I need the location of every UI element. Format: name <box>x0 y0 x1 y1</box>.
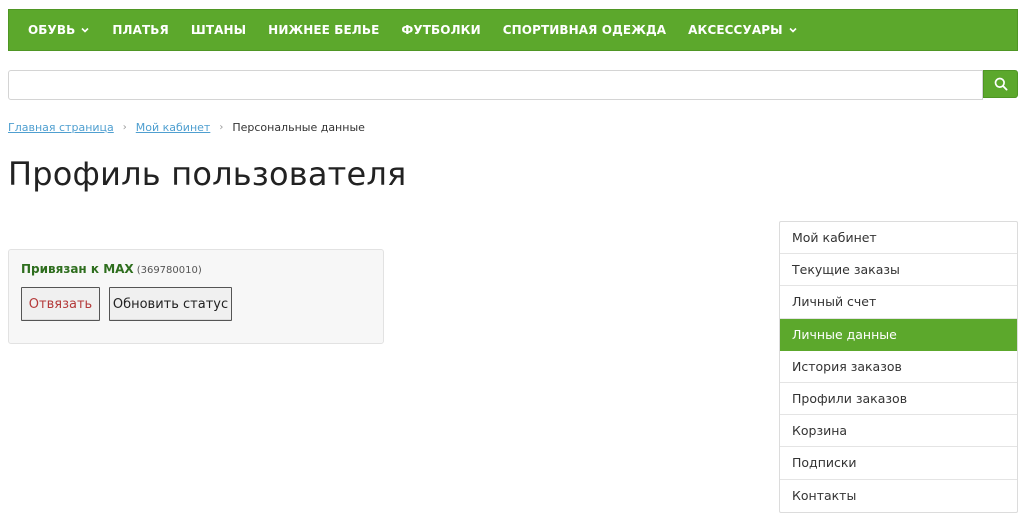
breadcrumb-current: Персональные данные <box>232 120 365 134</box>
sidebar-item-cart[interactable]: Корзина <box>780 415 1017 448</box>
nav-item-accessories[interactable]: АКСЕССУАРЫ <box>677 10 808 50</box>
nav-item-label: ШТАНЫ <box>190 23 247 37</box>
sidebar-item-my-cabinet[interactable]: Мой кабинет <box>780 222 1017 255</box>
nav-item-dresses[interactable]: ПЛАТЬЯ <box>101 10 179 50</box>
sidebar-item-order-profiles[interactable]: Профили заказов <box>780 383 1017 416</box>
search-input[interactable] <box>8 70 983 100</box>
breadcrumb-cabinet-link[interactable]: Мой кабинет <box>136 121 211 134</box>
account-sidebar: Мой кабинет Текущие заказы Личный счет Л… <box>779 221 1018 513</box>
binding-id: (369780010) <box>136 265 202 276</box>
page: ОБУВЬ ПЛАТЬЯ ШТАНЫ НИЖНЕЕ БЕЛЬЕ ФУТБОЛКИ… <box>0 0 1024 516</box>
breadcrumb: Главная страница › Мой кабинет › Персона… <box>8 120 365 134</box>
refresh-status-button[interactable]: Обновить статус <box>109 287 232 321</box>
chevron-down-icon <box>81 27 89 33</box>
unbind-button[interactable]: Отвязать <box>21 287 100 321</box>
nav-item-label: ПЛАТЬЯ <box>112 23 169 37</box>
nav-item-tshirts[interactable]: ФУТБОЛКИ <box>390 10 491 50</box>
breadcrumb-home-link[interactable]: Главная страница <box>8 121 114 134</box>
nav-item-label: АКСЕССУАРЫ <box>688 23 783 37</box>
sidebar-item-personal-data[interactable]: Личные данные <box>780 318 1017 351</box>
search-button[interactable] <box>983 70 1018 98</box>
nav-item-underwear[interactable]: НИЖНЕЕ БЕЛЬЕ <box>257 10 390 50</box>
sidebar-item-current-orders[interactable]: Текущие заказы <box>780 254 1017 287</box>
max-binding-card: Привязан к MAX (369780010) Отвязать Обнов… <box>8 249 384 344</box>
nav-item-sportswear[interactable]: СПОРТИВНАЯ ОДЕЖДА <box>492 10 677 50</box>
chevron-right-icon: › <box>122 121 127 133</box>
chevron-right-icon: › <box>219 121 224 133</box>
nav-item-pants[interactable]: ШТАНЫ <box>180 10 257 50</box>
search-icon <box>994 77 1008 91</box>
sidebar-item-subscriptions[interactable]: Подписки <box>780 447 1017 480</box>
page-title: Профиль пользователя <box>8 155 407 193</box>
nav-item-label: ФУТБОЛКИ <box>401 23 481 37</box>
chevron-down-icon <box>789 27 797 33</box>
binding-status-label: Привязан к MAX <box>21 262 134 276</box>
binding-status: Привязан к MAX (369780010) <box>21 262 202 276</box>
sidebar-item-personal-account[interactable]: Личный счет <box>780 286 1017 319</box>
nav-item-label: ОБУВЬ <box>28 23 76 37</box>
top-nav: ОБУВЬ ПЛАТЬЯ ШТАНЫ НИЖНЕЕ БЕЛЬЕ ФУТБОЛКИ… <box>8 9 1018 51</box>
sidebar-item-order-history[interactable]: История заказов <box>780 351 1017 383</box>
nav-item-label: НИЖНЕЕ БЕЛЬЕ <box>268 23 380 37</box>
nav-item-label: СПОРТИВНАЯ ОДЕЖДА <box>502 23 667 37</box>
sidebar-item-contacts[interactable]: Контакты <box>780 480 1017 512</box>
nav-item-shoes[interactable]: ОБУВЬ <box>17 10 101 50</box>
